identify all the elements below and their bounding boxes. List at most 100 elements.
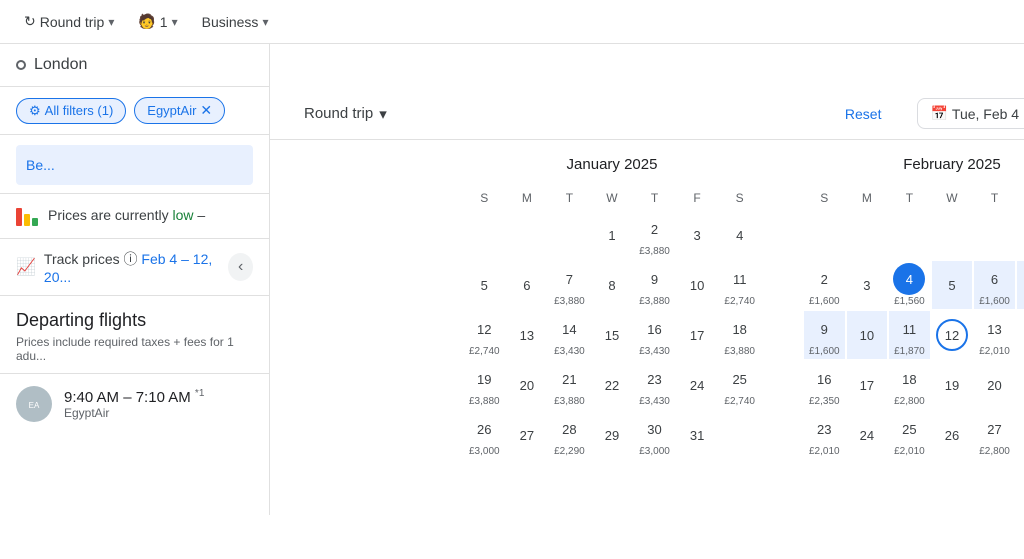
calendar-day-18[interactable]: 18£3,880	[719, 311, 760, 359]
calendar-day-10[interactable]: 10	[847, 311, 888, 359]
day-header-f1: F	[677, 187, 718, 209]
day-header-t3: T	[889, 187, 930, 209]
search-origin: London	[0, 44, 269, 87]
track-info-icon: ⓘ	[124, 251, 142, 267]
all-filters-button[interactable]: ⚙ All filters (1)	[16, 98, 126, 124]
trip-type-selector[interactable]: ↻ Round trip ▾	[16, 9, 122, 34]
collapse-button[interactable]: ‹	[228, 253, 253, 281]
remove-egyptair-filter-icon[interactable]: ✕	[200, 102, 212, 119]
calendar-day-6[interactable]: 6£1,600	[974, 261, 1015, 309]
calendar-day-16[interactable]: 16£2,350	[804, 361, 845, 409]
calendar-day-12[interactable]: 12	[932, 311, 973, 359]
calendar-day-18[interactable]: 18£2,800	[889, 361, 930, 409]
calendar-day-29[interactable]: 29	[592, 411, 633, 459]
track-prices-text: Track prices	[44, 251, 120, 267]
calendar-header: Round trip ▾ Reset 📅 Tue, Feb 4 ‹ › Wed,…	[270, 88, 1024, 140]
day-header-w2: W	[932, 187, 973, 209]
calendar-day-30[interactable]: 30£3,000	[634, 411, 675, 459]
february-grid: S M T W T F S 1£1,5902£1,60034£1,56056£1…	[802, 185, 1024, 461]
passengers-selector[interactable]: 🧑 1 ▾	[130, 9, 185, 34]
departure-date-selector[interactable]: 📅 Tue, Feb 4	[917, 98, 1024, 129]
calendar-day-11[interactable]: 11£1,870	[889, 311, 930, 359]
day-header-m1: M	[507, 187, 548, 209]
calendar-day-19[interactable]: 19	[932, 361, 973, 409]
low-label: low	[172, 207, 193, 223]
main-panel: Round trip ▾ Reset 📅 Tue, Feb 4 ‹ › Wed,…	[270, 88, 1024, 559]
calendar-day-24[interactable]: 24	[677, 361, 718, 409]
calendar-day-21[interactable]: 21£3,880	[549, 361, 590, 409]
calendars-container: January 2025 S M T W T F S 12£3,88034567…	[270, 140, 1024, 477]
price-bar-input[interactable]: Be...	[16, 145, 253, 185]
prices-text: Prices are currently low –	[48, 206, 205, 226]
day-header-s2: S	[719, 187, 760, 209]
departing-title: Departing flights	[0, 296, 269, 335]
calendar-day-19[interactable]: 19£3,880	[464, 361, 505, 409]
february-title: February 2025	[802, 156, 1024, 173]
egyptair-chip-label: EgyptAir	[147, 103, 196, 118]
calendar-day-2[interactable]: 2£1,600	[804, 261, 845, 309]
calendar-day-1[interactable]: 1	[592, 211, 633, 259]
calendar-day-17[interactable]: 17	[847, 361, 888, 409]
track-prices[interactable]: 📈 Track prices ⓘ Feb 4 – 12, 20... ‹	[0, 239, 269, 296]
empty-cell	[549, 211, 590, 259]
empty-cell	[847, 211, 888, 259]
bar-yellow	[24, 214, 30, 226]
calendar-day-16[interactable]: 16£3,430	[634, 311, 675, 359]
price-bar-text: Be...	[26, 157, 55, 173]
track-icon: 📈	[16, 257, 36, 277]
calendar-day-23[interactable]: 23£3,430	[634, 361, 675, 409]
calendar-day-22[interactable]: 22	[592, 361, 633, 409]
calendar-day-28[interactable]: 28£2,290	[549, 411, 590, 459]
trip-type-chevron-icon: ▾	[108, 15, 114, 29]
calendar-day-28[interactable]: 28	[1017, 411, 1024, 459]
calendar-day-25[interactable]: 25£2,010	[889, 411, 930, 459]
calendar-day-8[interactable]: 8	[592, 261, 633, 309]
calendar-day-26[interactable]: 26	[932, 411, 973, 459]
calendar-trip-chevron-icon: ▾	[379, 105, 387, 123]
flight-card[interactable]: EA 9:40 AM – 7:10 AM *1 EgyptAir	[0, 373, 269, 434]
calendar-day-14[interactable]: 14	[1017, 311, 1024, 359]
calendar-day-12[interactable]: 12£2,740	[464, 311, 505, 359]
calendar-day-11[interactable]: 11£2,740	[719, 261, 760, 309]
calendar-day-3[interactable]: 3	[847, 261, 888, 309]
calendar-day-31[interactable]: 31	[677, 411, 718, 459]
departing-subtitle: Prices include required taxes + fees for…	[0, 335, 269, 373]
calendar-trip-type-button[interactable]: Round trip ▾	[294, 99, 397, 129]
calendar-day-26[interactable]: 26£3,000	[464, 411, 505, 459]
day-header-m2: M	[847, 187, 888, 209]
calendar-day-10[interactable]: 10	[677, 261, 718, 309]
january-title: January 2025	[462, 156, 762, 173]
calendar-trip-type-label: Round trip	[304, 105, 373, 122]
calendar-day-4[interactable]: 4£1,560	[889, 261, 930, 309]
calendar-day-2[interactable]: 2£3,880	[634, 211, 675, 259]
calendar-day-5[interactable]: 5	[464, 261, 505, 309]
bar-red	[16, 208, 22, 226]
calendar-day-20[interactable]: 20	[507, 361, 548, 409]
egyptair-filter-chip[interactable]: EgyptAir ✕	[134, 97, 225, 124]
reset-button[interactable]: Reset	[837, 102, 890, 126]
calendar-day-15[interactable]: 15	[592, 311, 633, 359]
calendar-day-13[interactable]: 13	[507, 311, 548, 359]
calendar-day-3[interactable]: 3	[677, 211, 718, 259]
calendar-day-9[interactable]: 9£1,600	[804, 311, 845, 359]
calendar-day-5[interactable]: 5	[932, 261, 973, 309]
calendar-day-7[interactable]: 7	[1017, 261, 1024, 309]
calendar-day-4[interactable]: 4	[719, 211, 760, 259]
calendar-day-7[interactable]: 7£3,880	[549, 261, 590, 309]
calendar-day-27[interactable]: 27£2,800	[974, 411, 1015, 459]
empty-cell	[464, 211, 505, 259]
calendar-day-9[interactable]: 9£3,880	[634, 261, 675, 309]
calendar-day-13[interactable]: 13£2,010	[974, 311, 1015, 359]
january-calendar: January 2025 S M T W T F S 12£3,88034567…	[462, 156, 762, 461]
calendar-day-25[interactable]: 25£2,740	[719, 361, 760, 409]
calendar-day-6[interactable]: 6	[507, 261, 548, 309]
calendar-day-24[interactable]: 24	[847, 411, 888, 459]
bar-green	[32, 218, 38, 226]
calendar-day-14[interactable]: 14£3,430	[549, 311, 590, 359]
calendar-day-20[interactable]: 20	[974, 361, 1015, 409]
calendar-day-21[interactable]: 21	[1017, 361, 1024, 409]
calendar-day-27[interactable]: 27	[507, 411, 548, 459]
calendar-day-17[interactable]: 17	[677, 311, 718, 359]
cabin-selector[interactable]: Business ▾	[194, 10, 277, 34]
calendar-day-23[interactable]: 23£2,010	[804, 411, 845, 459]
